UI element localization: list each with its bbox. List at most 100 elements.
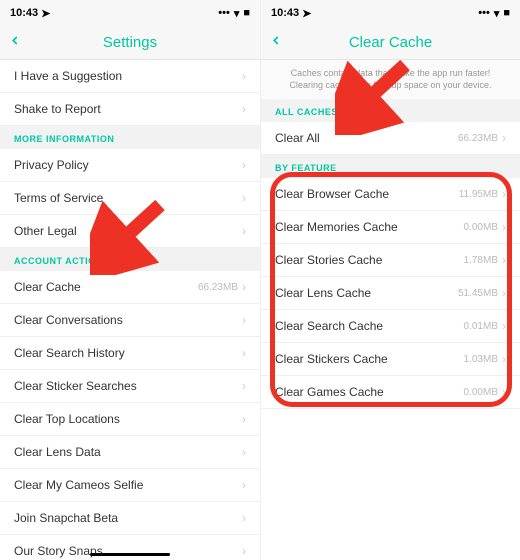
home-indicator[interactable]	[90, 553, 170, 556]
row-detail: 0.00MB	[464, 387, 498, 398]
row-clear-all[interactable]: Clear All66.23MB›	[261, 122, 520, 155]
row-clear-lens-data[interactable]: Clear Lens Data›	[0, 436, 260, 469]
row-label: Clear Conversations	[14, 313, 242, 327]
row-clear-cameos[interactable]: Clear My Cameos Selfie›	[0, 469, 260, 502]
row-clear-top-locations[interactable]: Clear Top Locations›	[0, 403, 260, 436]
chevron-right-icon: ›	[242, 281, 246, 293]
wifi-icon: ▾	[234, 7, 240, 20]
row-legal[interactable]: Other Legal›	[0, 215, 260, 248]
battery-icon: ■	[243, 7, 250, 19]
chevron-left-icon	[8, 33, 22, 47]
row-clear-stories[interactable]: Clear Stories Cache1.78MB ›	[261, 244, 520, 277]
row-label: Clear Cache	[14, 280, 198, 294]
chevron-left-icon	[269, 33, 283, 47]
row-label: Clear All	[275, 131, 458, 145]
row-clear-stickers[interactable]: Clear Stickers Cache1.03MB ›	[261, 343, 520, 376]
back-button[interactable]	[8, 33, 22, 52]
signal-icon: •••	[218, 7, 230, 19]
chevron-right-icon: ›	[242, 347, 246, 359]
row-label: Join Snapchat Beta	[14, 511, 242, 525]
status-bar: 10:43 ➤ ••• ▾ ■	[0, 0, 260, 26]
phone-settings: 10:43 ➤ ••• ▾ ■ Settings I Have a Sugges…	[0, 0, 260, 560]
row-detail: 0.00MB	[464, 222, 498, 233]
chevron-right-icon: ›	[242, 103, 246, 115]
chevron-right-icon: ›	[502, 320, 506, 332]
row-privacy[interactable]: Privacy Policy›	[0, 149, 260, 182]
chevron-right-icon: ›	[502, 254, 506, 266]
row-story-snaps[interactable]: Our Story Snaps›	[0, 535, 260, 560]
location-icon: ➤	[41, 7, 50, 20]
chevron-right-icon: ›	[502, 221, 506, 233]
chevron-right-icon: ›	[242, 159, 246, 171]
chevron-right-icon: ›	[242, 413, 246, 425]
phone-clear-cache: 10:43 ➤ ••• ▾ ■ Clear Cache Caches conta…	[260, 0, 520, 560]
chevron-right-icon: ›	[242, 225, 246, 237]
chevron-right-icon: ›	[242, 479, 246, 491]
row-shake[interactable]: Shake to Report›	[0, 93, 260, 126]
row-label: Shake to Report	[14, 102, 242, 116]
row-clear-conversations[interactable]: Clear Conversations›	[0, 304, 260, 337]
row-detail: 66.23MB	[198, 282, 238, 293]
row-suggestion[interactable]: I Have a Suggestion›	[0, 60, 260, 93]
wifi-icon: ▾	[494, 7, 500, 20]
chevron-right-icon: ›	[242, 70, 246, 82]
row-label: Clear Sticker Searches	[14, 379, 242, 393]
page-title: Clear Cache	[349, 34, 432, 51]
row-label: Clear Browser Cache	[275, 187, 459, 201]
row-label: Clear Search Cache	[275, 319, 464, 333]
chevron-right-icon: ›	[502, 353, 506, 365]
row-clear-memories[interactable]: Clear Memories Cache0.00MB ›	[261, 211, 520, 244]
row-label: Clear Memories Cache	[275, 220, 464, 234]
row-detail: 11.95MB	[459, 189, 498, 200]
status-bar: 10:43 ➤ ••• ▾ ■	[261, 0, 520, 26]
chevron-right-icon: ›	[242, 512, 246, 524]
row-clear-search-history[interactable]: Clear Search History›	[0, 337, 260, 370]
cache-banner: Caches contain data that make the app ru…	[261, 60, 520, 99]
section-by-feature: BY FEATURE	[261, 155, 520, 178]
chevron-right-icon: ›	[502, 132, 506, 144]
chevron-right-icon: ›	[242, 446, 246, 458]
status-time: 10:43	[10, 7, 38, 19]
row-tos[interactable]: Terms of Service›	[0, 182, 260, 215]
row-label: Clear Lens Cache	[275, 286, 458, 300]
row-label: Clear My Cameos Selfie	[14, 478, 242, 492]
location-icon: ➤	[302, 7, 311, 20]
row-clear-sticker-searches[interactable]: Clear Sticker Searches›	[0, 370, 260, 403]
section-all-caches: ALL CACHES	[261, 99, 520, 122]
chevron-right-icon: ›	[242, 545, 246, 557]
row-label: Clear Stories Cache	[275, 253, 464, 267]
row-clear-lens[interactable]: Clear Lens Cache51.45MB ›	[261, 277, 520, 310]
page-title: Settings	[103, 34, 157, 51]
status-time: 10:43	[271, 7, 299, 19]
chevron-right-icon: ›	[502, 287, 506, 299]
row-label: Other Legal	[14, 224, 242, 238]
section-account-actions: ACCOUNT ACTIONS	[0, 248, 260, 271]
row-detail: 0.01MB	[464, 321, 498, 332]
row-label: Clear Top Locations	[14, 412, 242, 426]
row-clear-cache[interactable]: Clear Cache66.23MB ›	[0, 271, 260, 304]
row-label: Clear Stickers Cache	[275, 352, 464, 366]
header: Settings	[0, 26, 260, 60]
cache-list[interactable]: Caches contain data that make the app ru…	[261, 60, 520, 560]
row-clear-games[interactable]: Clear Games Cache0.00MB ›	[261, 376, 520, 409]
header: Clear Cache	[261, 26, 520, 60]
row-detail: 51.45MB	[458, 288, 498, 299]
row-label: Terms of Service	[14, 191, 242, 205]
row-label: Clear Games Cache	[275, 385, 464, 399]
chevron-right-icon: ›	[502, 386, 506, 398]
row-join-beta[interactable]: Join Snapchat Beta›	[0, 502, 260, 535]
settings-list[interactable]: I Have a Suggestion› Shake to Report› MO…	[0, 60, 260, 560]
row-detail: 1.78MB	[464, 255, 498, 266]
signal-icon: •••	[478, 7, 490, 19]
row-label: Clear Lens Data	[14, 445, 242, 459]
chevron-right-icon: ›	[242, 314, 246, 326]
chevron-right-icon: ›	[502, 188, 506, 200]
row-label: Privacy Policy	[14, 158, 242, 172]
row-clear-search[interactable]: Clear Search Cache0.01MB ›	[261, 310, 520, 343]
back-button[interactable]	[269, 33, 283, 52]
chevron-right-icon: ›	[242, 192, 246, 204]
row-detail: 1.03MB	[464, 354, 498, 365]
row-clear-browser[interactable]: Clear Browser Cache11.95MB ›	[261, 178, 520, 211]
row-label: I Have a Suggestion	[14, 69, 242, 83]
section-more-info: MORE INFORMATION	[0, 126, 260, 149]
